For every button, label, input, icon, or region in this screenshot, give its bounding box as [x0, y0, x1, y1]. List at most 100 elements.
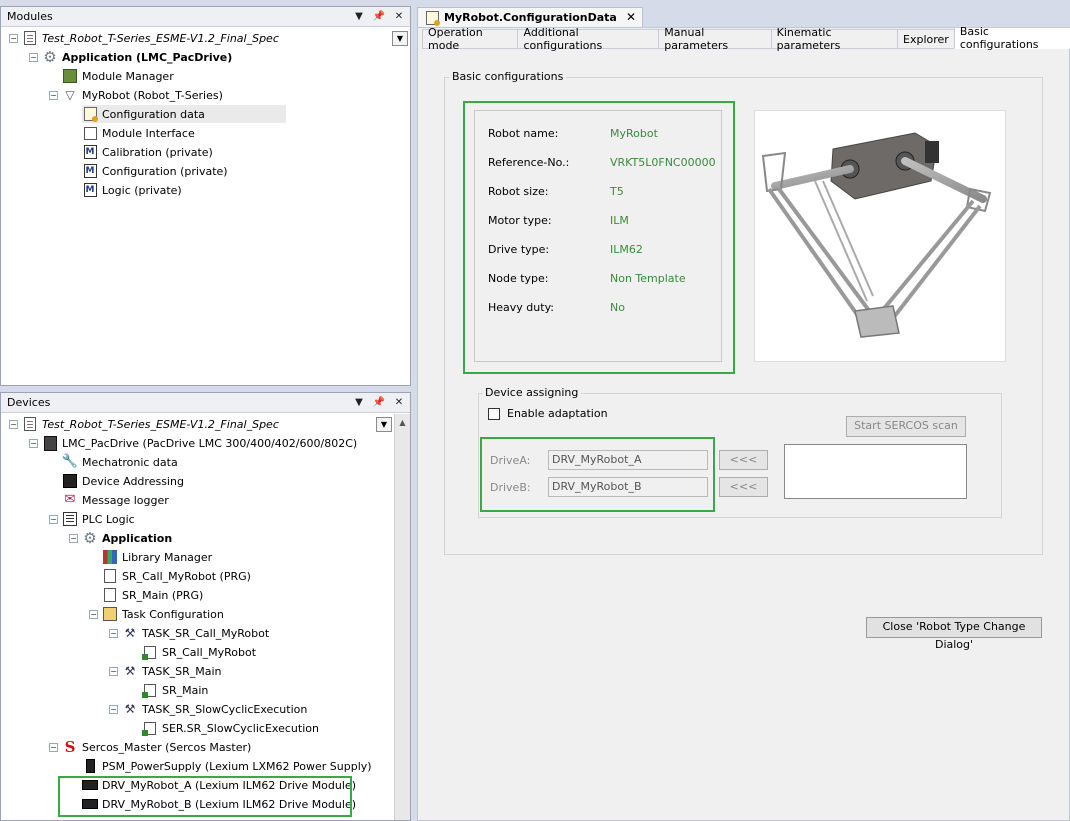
heavy-duty-label: Heavy duty: — [488, 301, 554, 314]
tree-item-task-configuration[interactable]: − Task Configuration — [89, 605, 224, 623]
task-icon: ⚒ — [124, 626, 136, 640]
devices-dropdown-icon[interactable]: ▼ — [376, 417, 392, 432]
tab-kinematic-parameters[interactable]: Kinematic parameters — [770, 26, 899, 52]
tab-explorer[interactable]: Explorer — [897, 29, 955, 49]
collapse-icon[interactable]: − — [49, 90, 58, 100]
drive-b-label: DriveB: — [490, 481, 531, 494]
drive-b-field[interactable]: DRV_MyRobot_B — [548, 477, 708, 497]
collapse-icon[interactable]: − — [49, 514, 58, 524]
collapse-icon[interactable]: − — [69, 533, 78, 543]
program-call-icon — [142, 721, 156, 736]
tree-item-task-slow-cyclic[interactable]: − ⚒ TASK_SR_SlowCyclicExecution — [109, 700, 307, 718]
tree-item-task-sr-main[interactable]: − ⚒ TASK_SR_Main — [109, 662, 221, 680]
collapse-icon[interactable]: − — [109, 704, 118, 714]
collapse-icon[interactable]: − — [29, 438, 38, 448]
tab-additional-configurations[interactable]: Additional configurations — [517, 26, 660, 52]
tree-item-sr-call-myrobot[interactable]: SR_Call_MyRobot (PRG) — [102, 567, 251, 585]
tab-basic-configurations[interactable]: Basic configurations — [953, 25, 1070, 51]
reference-no-value: VRKT5L0FNC00000 — [610, 156, 716, 169]
start-sercos-scan-button[interactable]: Start SERCOS scan — [846, 416, 966, 437]
drive-a-field[interactable]: DRV_MyRobot_A — [548, 450, 708, 470]
tab-manual-parameters[interactable]: Manual parameters — [658, 26, 772, 52]
tree-item-task-sr-call-myrobot[interactable]: − ⚒ TASK_SR_Call_MyRobot — [109, 624, 269, 642]
collapse-icon[interactable]: − — [9, 419, 18, 429]
tree-item-lmc-pacdrive[interactable]: − LMC_PacDrive (PacDrive LMC 300/400/402… — [29, 434, 357, 452]
modules-panel-header: Modules ▼ 📌 ✕ — [1, 7, 410, 27]
program-call-icon — [142, 645, 156, 660]
robot-image — [754, 110, 1006, 362]
tree-item-application[interactable]: − ⚙ Application (LMC_PacDrive) — [29, 48, 232, 66]
tree-item-sercos-master[interactable]: − S Sercos_Master (Sercos Master) — [49, 738, 251, 756]
robot-icon: ▽ — [65, 88, 75, 102]
drive-assign-highlight-box — [480, 437, 715, 512]
doc-tab-configuration-data[interactable]: MyRobot.ConfigurationData ✕ — [417, 7, 643, 27]
tree-item-sr-main[interactable]: SR_Main (PRG) — [102, 586, 203, 604]
gear-icon: ⚙ — [83, 529, 97, 547]
tree-item-myrobot[interactable]: − ▽ MyRobot (Robot_T-Series) — [49, 86, 223, 104]
m-block-icon: M — [83, 145, 97, 159]
devices-scrollbar[interactable]: ▲ — [394, 414, 410, 820]
config-tabs: Operation mode Additional configurations… — [422, 25, 1070, 52]
tab-operation-mode[interactable]: Operation mode — [422, 26, 519, 52]
tree-item-configuration-private[interactable]: M Configuration (private) — [82, 162, 228, 180]
message-logger-icon: ✉ — [64, 492, 76, 507]
tree-item-application[interactable]: − ⚙ Application — [69, 529, 172, 547]
enable-adaptation-label: Enable adaptation — [507, 407, 608, 420]
panel-menu-icon[interactable]: ▼ — [351, 9, 367, 25]
drive-a-label: DriveA: — [490, 454, 531, 467]
collapse-icon[interactable]: − — [89, 609, 98, 619]
node-type-label: Node type: — [488, 272, 549, 285]
tree-item-module-interface[interactable]: Module Interface — [82, 124, 195, 142]
tree-item-device-addressing[interactable]: Device Addressing — [62, 472, 184, 490]
tree-item-library-manager[interactable]: Library Manager — [102, 548, 212, 566]
tree-item-project[interactable]: − Test_Robot_T-Series_ESME-V1.2_Final_Sp… — [9, 415, 279, 433]
modules-dropdown-icon[interactable]: ▼ — [392, 31, 408, 46]
collapse-icon[interactable]: − — [49, 742, 58, 752]
panel-menu-icon[interactable]: ▼ — [351, 395, 367, 411]
collapse-icon[interactable]: − — [9, 33, 18, 43]
modules-panel: Modules ▼ 📌 ✕ ▼ − Test_Robot_T-Series_ES… — [0, 6, 411, 386]
module-interface-icon — [83, 126, 97, 140]
power-supply-icon — [85, 759, 95, 773]
devices-panel-header: Devices ▼ 📌 ✕ — [1, 393, 410, 413]
assign-drive-a-button[interactable]: <<< — [719, 450, 768, 470]
heavy-duty-value: No — [610, 301, 625, 314]
pin-icon[interactable]: 📌 — [371, 9, 387, 25]
task-config-icon — [103, 607, 117, 621]
library-icon — [103, 550, 117, 564]
collapse-icon[interactable]: − — [109, 666, 118, 676]
robot-name-label: Robot name: — [488, 127, 559, 140]
tree-item-mechatronic-data[interactable]: 🔧 Mechatronic data — [62, 453, 178, 471]
tree-item-call-sr-call-myrobot[interactable]: SR_Call_MyRobot — [142, 643, 256, 661]
close-icon[interactable]: ✕ — [391, 9, 407, 25]
drive-type-label: Drive type: — [488, 243, 550, 256]
drive-type-value: ILM62 — [610, 243, 643, 256]
tree-item-call-slow-cyclic[interactable]: SER.SR_SlowCyclicExecution — [142, 719, 319, 737]
basic-configurations-title: Basic configurations — [449, 70, 567, 83]
config-data-icon — [425, 10, 440, 26]
pin-icon[interactable]: 📌 — [371, 395, 387, 411]
tree-item-psm-power-supply[interactable]: PSM_PowerSupply (Lexium LXM62 Power Supp… — [82, 757, 372, 775]
scan-result-list[interactable] — [784, 444, 967, 499]
robot-size-value: T5 — [610, 185, 624, 198]
modules-panel-title: Modules — [7, 10, 53, 23]
assign-drive-b-button[interactable]: <<< — [719, 477, 768, 497]
tree-item-calibration[interactable]: M Calibration (private) — [82, 143, 213, 161]
enable-adaptation-checkbox[interactable] — [488, 408, 500, 420]
tree-item-project[interactable]: − Test_Robot_T-Series_ESME-V1.2_Final_Sp… — [9, 29, 279, 47]
collapse-icon[interactable]: − — [29, 52, 38, 62]
tree-item-logic[interactable]: M Logic (private) — [82, 181, 182, 199]
tree-item-configuration-data[interactable]: Configuration data — [82, 105, 286, 123]
close-robot-type-change-dialog-button[interactable]: Close 'Robot Type Change Dialog' — [866, 617, 1042, 651]
tree-item-call-sr-main[interactable]: SR_Main — [142, 681, 208, 699]
tree-item-plc-logic[interactable]: − PLC Logic — [49, 510, 135, 528]
tree-item-module-manager[interactable]: Module Manager — [62, 67, 174, 85]
close-tab-icon[interactable]: ✕ — [626, 10, 636, 24]
plc-logic-icon — [63, 512, 77, 526]
motor-type-value: ILM — [610, 214, 629, 227]
close-icon[interactable]: ✕ — [391, 395, 407, 411]
program-icon — [104, 569, 116, 583]
tree-item-message-logger[interactable]: ✉ Message logger — [62, 491, 169, 509]
delta-robot-illustration — [761, 132, 992, 338]
collapse-icon[interactable]: − — [109, 628, 118, 638]
